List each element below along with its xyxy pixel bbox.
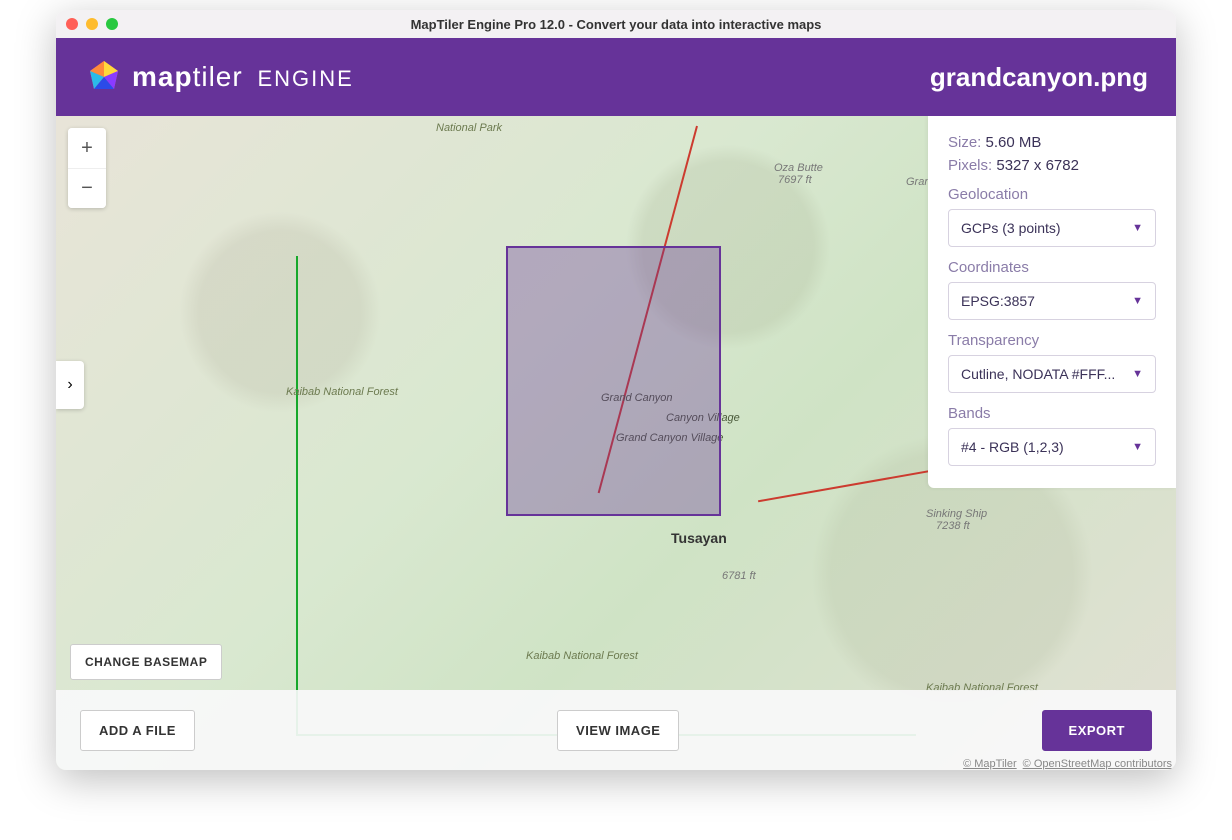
geolocation-value: GCPs (3 points) — [961, 220, 1061, 236]
zoom-controls: + − — [68, 128, 106, 208]
brand-bold: map — [132, 61, 193, 92]
export-button[interactable]: EXPORT — [1042, 710, 1152, 751]
current-filename: grandcanyon.png — [930, 62, 1148, 93]
label-kaibab-1: Kaibab National Forest — [286, 386, 398, 398]
titlebar: MapTiler Engine Pro 12.0 - Convert your … — [56, 10, 1176, 38]
app-window: MapTiler Engine Pro 12.0 - Convert your … — [56, 10, 1176, 770]
logo: maptiler ENGINE — [84, 57, 354, 97]
label-sinking-ship: Sinking Ship — [926, 508, 987, 520]
coordinates-select[interactable]: EPSG:3857 ▼ — [948, 282, 1156, 320]
label-tusayan: Tusayan — [671, 530, 727, 546]
label-kaibab-2: Kaibab National Forest — [526, 650, 638, 662]
zoom-in-button[interactable]: + — [68, 128, 106, 168]
label-oza-butte: Oza Butte — [774, 162, 823, 174]
logo-icon — [84, 57, 124, 97]
attribution-osm[interactable]: © OpenStreetMap contributors — [1023, 758, 1172, 770]
brand-rest: tiler — [193, 61, 243, 92]
chevron-right-icon: › — [67, 376, 72, 394]
brand-text: maptiler ENGINE — [132, 61, 354, 93]
bands-value: #4 - RGB (1,2,3) — [961, 439, 1064, 455]
window-controls — [66, 18, 118, 30]
coordinates-label: Coordinates — [948, 259, 1156, 276]
change-basemap-button[interactable]: CHANGE BASEMAP — [70, 644, 222, 680]
size-label: Size: — [948, 134, 981, 151]
chevron-down-icon: ▼ — [1132, 222, 1143, 234]
window-title: MapTiler Engine Pro 12.0 - Convert your … — [56, 17, 1176, 32]
app-header: maptiler ENGINE grandcanyon.png — [56, 38, 1176, 116]
bands-select[interactable]: #4 - RGB (1,2,3) ▼ — [948, 428, 1156, 466]
size-value: 5.60 MB — [986, 134, 1042, 151]
add-file-button[interactable]: ADD A FILE — [80, 710, 195, 751]
minimize-icon[interactable] — [86, 18, 98, 30]
pixels-label: Pixels: — [948, 157, 992, 174]
label-6781: 6781 ft — [722, 570, 756, 582]
chevron-down-icon: ▼ — [1132, 368, 1143, 380]
size-row: Size: 5.60 MB — [948, 134, 1156, 151]
transparency-select[interactable]: Cutline, NODATA #FFF... ▼ — [948, 355, 1156, 393]
label-sinking-ship-elev: 7238 ft — [936, 520, 970, 532]
transparency-value: Cutline, NODATA #FFF... — [961, 366, 1115, 382]
chevron-down-icon: ▼ — [1132, 441, 1143, 453]
coordinates-value: EPSG:3857 — [961, 293, 1035, 309]
bands-label: Bands — [948, 405, 1156, 422]
transparency-label: Transparency — [948, 332, 1156, 349]
bottom-bar: ADD A FILE VIEW IMAGE EXPORT © MapTiler … — [56, 690, 1176, 770]
image-extent-overlay[interactable] — [506, 246, 721, 516]
geolocation-label: Geolocation — [948, 186, 1156, 203]
attribution-maptiler[interactable]: © MapTiler — [963, 758, 1017, 770]
pixels-value: 5327 x 6782 — [996, 157, 1079, 174]
pixels-row: Pixels: 5327 x 6782 — [948, 157, 1156, 174]
geolocation-select[interactable]: GCPs (3 points) ▼ — [948, 209, 1156, 247]
content: National Park Kaibab National Forest Gra… — [56, 116, 1176, 770]
chevron-down-icon: ▼ — [1132, 295, 1143, 307]
label-national-park: National Park — [436, 122, 502, 134]
brand-engine: ENGINE — [257, 66, 353, 91]
view-image-button[interactable]: VIEW IMAGE — [557, 710, 679, 751]
map-attribution: © MapTiler © OpenStreetMap contributors — [963, 758, 1172, 770]
expand-sidebar-button[interactable]: › — [56, 361, 84, 409]
zoom-out-button[interactable]: − — [68, 168, 106, 208]
close-icon[interactable] — [66, 18, 78, 30]
label-oza-butte-elev: 7697 ft — [778, 174, 812, 186]
properties-panel: Size: 5.60 MB Pixels: 5327 x 6782 Geoloc… — [928, 116, 1176, 488]
maximize-icon[interactable] — [106, 18, 118, 30]
